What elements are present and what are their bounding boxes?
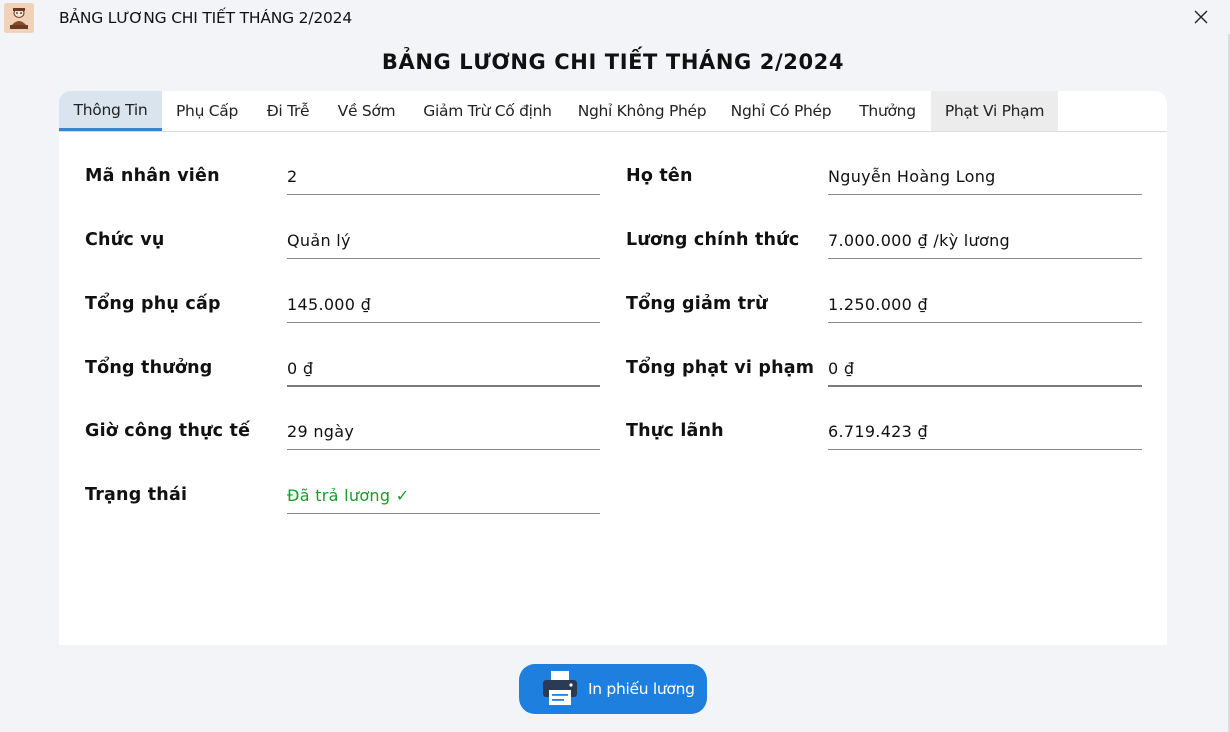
printer-icon — [543, 671, 577, 705]
total-bonus-field[interactable]: 0 ₫ — [287, 347, 600, 387]
total-penalty-label: Tổng phạt vi phạm — [626, 358, 815, 378]
total-allowance-field[interactable]: 145.000 ₫ — [287, 283, 600, 323]
tab-fixed-deduction[interactable]: Giảm Trừ Cố định — [409, 91, 566, 131]
working-time-label: Giờ công thực tế — [85, 421, 251, 441]
employee-id-field[interactable]: 2 — [287, 155, 600, 195]
tab-penalty[interactable]: Phạt Vi Phạm — [931, 91, 1058, 131]
status-field[interactable]: Đã trả lương ✓ — [287, 474, 600, 514]
total-penalty-field[interactable]: 0 ₫ — [828, 347, 1142, 387]
base-salary-field[interactable]: 7.000.000 ₫ /kỳ lương — [828, 219, 1142, 259]
print-payslip-label: In phiếu lương — [588, 680, 695, 698]
salary-detail-card: Thông Tin Phụ Cấp Đi Trễ Về Sớm Giảm Trừ… — [59, 91, 1167, 645]
net-pay-field[interactable]: 6.719.423 ₫ — [828, 410, 1142, 450]
page-title: BẢNG LƯƠNG CHI TIẾT THÁNG 2/2024 — [381, 50, 845, 74]
total-deduction-label: Tổng giảm trừ — [626, 294, 768, 314]
position-field[interactable]: Quản lý — [287, 219, 600, 259]
total-deduction-field[interactable]: 1.250.000 ₫ — [828, 283, 1142, 323]
tab-paid-leave[interactable]: Nghỉ Có Phép — [718, 91, 844, 131]
tab-late[interactable]: Đi Trễ — [252, 91, 324, 131]
close-button[interactable] — [1186, 4, 1216, 30]
title-bar: BẢNG LƯƠNG CHI TIẾT THÁNG 2/2024 — [0, 0, 1230, 34]
base-salary-label: Lương chính thức — [626, 230, 800, 250]
total-allowance-label: Tổng phụ cấp — [85, 294, 221, 314]
working-time-field[interactable]: 29 ngày — [287, 410, 600, 450]
full-name-field[interactable]: Nguyễn Hoàng Long — [828, 155, 1142, 195]
close-icon — [1194, 10, 1208, 24]
position-label: Chức vụ — [85, 230, 165, 250]
total-bonus-label: Tổng thưởng — [85, 358, 213, 378]
tab-unpaid-leave[interactable]: Nghỉ Không Phép — [566, 91, 718, 131]
net-pay-label: Thực lãnh — [626, 421, 724, 441]
print-payslip-button[interactable]: In phiếu lương — [519, 664, 707, 714]
restaurant-logo-icon — [4, 3, 34, 33]
tab-allowance[interactable]: Phụ Cấp — [162, 91, 252, 131]
status-label: Trạng thái — [85, 485, 188, 505]
window-title: BẢNG LƯƠNG CHI TIẾT THÁNG 2/2024 — [59, 9, 352, 27]
tab-bar: Thông Tin Phụ Cấp Đi Trễ Về Sớm Giảm Trừ… — [59, 91, 1167, 132]
employee-id-label: Mã nhân viên — [85, 166, 220, 186]
tab-bonus[interactable]: Thưởng — [844, 91, 931, 131]
tab-info[interactable]: Thông Tin — [59, 91, 162, 131]
full-name-label: Họ tên — [626, 166, 693, 186]
tab-early-leave[interactable]: Về Sớm — [324, 91, 409, 131]
